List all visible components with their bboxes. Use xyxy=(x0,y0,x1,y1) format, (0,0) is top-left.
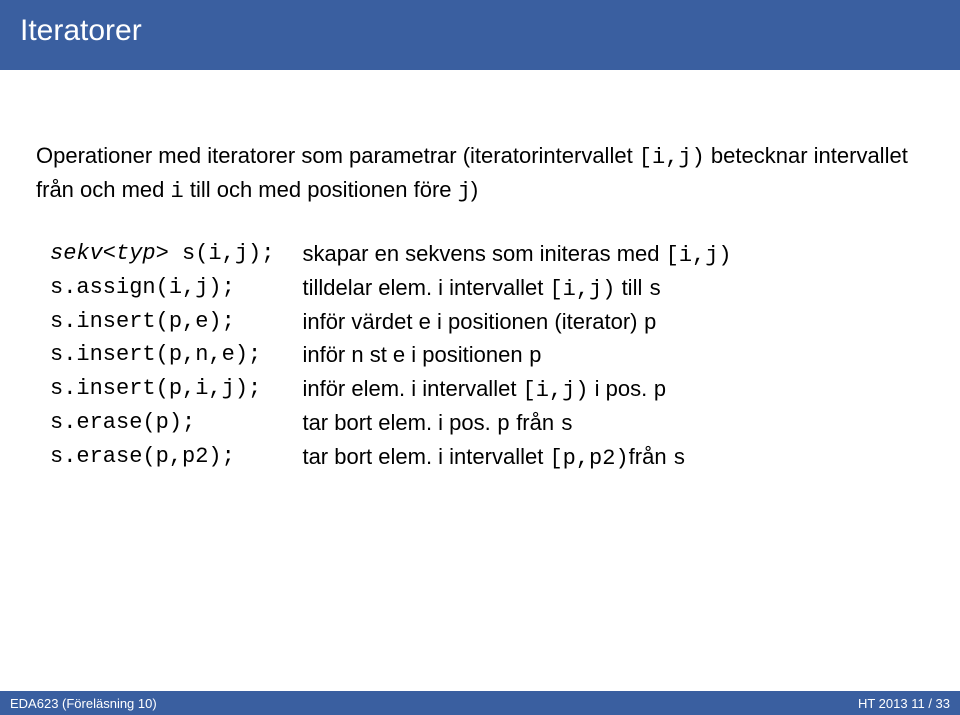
op-desc: inför elem. i intervallet [i,j) i pos. p xyxy=(302,373,731,407)
intro-text-1: Operationer med iteratorer som parametra… xyxy=(36,143,639,168)
desc-b: till xyxy=(615,275,648,300)
op-code: s.erase(p); xyxy=(50,407,302,441)
desc-code1: [p,p2) xyxy=(549,446,628,471)
intro-text-4: ) xyxy=(471,177,478,202)
op-code: sekv<typ> s(i,j); xyxy=(50,238,302,272)
op-code: s.erase(p,p2); xyxy=(50,441,302,475)
slide-content: Operationer med iteratorer som parametra… xyxy=(0,70,960,475)
desc-a: tar bort elem. i pos. xyxy=(302,410,496,435)
table-row: sekv<typ> s(i,j); skapar en sekvens som … xyxy=(50,238,732,272)
op-code-rest: s.insert(p,n,e); xyxy=(50,342,261,367)
desc-b: från xyxy=(510,410,560,435)
desc-a: inför värdet e i positionen (iterator) xyxy=(302,309,643,334)
slide-title: Iteratorer xyxy=(20,14,142,47)
desc-code1: [i,j) xyxy=(549,277,615,302)
op-code: s.insert(p,e); xyxy=(50,306,302,340)
op-code: s.assign(i,j); xyxy=(50,272,302,306)
op-code-italic: sekv<typ> xyxy=(50,241,169,266)
desc-a: tar bort elem. i intervallet xyxy=(302,444,549,469)
slide-footer: EDA623 (Föreläsning 10) HT 2013 11 / 33 xyxy=(0,691,960,715)
op-code-rest: s.erase(p); xyxy=(50,410,195,435)
desc-code2: s xyxy=(673,446,686,471)
intro-paragraph: Operationer med iteratorer som parametra… xyxy=(36,140,924,208)
intro-code-2: i xyxy=(171,179,184,204)
table-row: s.insert(p,e); inför värdet e i position… xyxy=(50,306,732,340)
op-code: s.insert(p,i,j); xyxy=(50,373,302,407)
table-row: s.erase(p); tar bort elem. i pos. p från… xyxy=(50,407,732,441)
op-desc: inför värdet e i positionen (iterator) p xyxy=(302,306,731,340)
desc-code2: s xyxy=(648,277,661,302)
intro-code-3: j xyxy=(458,179,471,204)
footer-right: HT 2013 11 / 33 xyxy=(858,696,950,711)
footer-left: EDA623 (Föreläsning 10) xyxy=(10,696,157,711)
desc-a: tilldelar elem. i intervallet xyxy=(302,275,549,300)
desc-code1: p xyxy=(644,311,657,336)
op-code-rest: s.insert(p,e); xyxy=(50,309,235,334)
op-desc: skapar en sekvens som initeras med [i,j) xyxy=(302,238,731,272)
op-code-rest: s(i,j); xyxy=(169,241,275,266)
slide-title-bar: Iteratorer xyxy=(0,0,960,70)
table-row: s.assign(i,j); tilldelar elem. i interva… xyxy=(50,272,732,306)
desc-code2: p xyxy=(653,378,666,403)
desc-code1: [i,j) xyxy=(523,378,589,403)
op-desc: tilldelar elem. i intervallet [i,j) till… xyxy=(302,272,731,306)
table-row: s.insert(p,n,e); inför n st e i position… xyxy=(50,339,732,373)
op-code: s.insert(p,n,e); xyxy=(50,339,302,373)
desc-code1: p xyxy=(497,412,510,437)
op-desc: inför n st e i positionen p xyxy=(302,339,731,373)
op-desc: tar bort elem. i pos. p från s xyxy=(302,407,731,441)
op-desc: tar bort elem. i intervallet [p,p2)från … xyxy=(302,441,731,475)
op-code-rest: s.assign(i,j); xyxy=(50,275,235,300)
operations-table: sekv<typ> s(i,j); skapar en sekvens som … xyxy=(50,238,732,475)
desc-b: från xyxy=(629,444,673,469)
desc-a: inför elem. i intervallet xyxy=(302,376,522,401)
intro-code-1: [i,j) xyxy=(639,145,705,170)
desc-a: skapar en sekvens som initeras med xyxy=(302,241,665,266)
desc-code1: [i,j) xyxy=(666,243,732,268)
intro-text-3: till och med positionen före xyxy=(184,177,458,202)
desc-code2: s xyxy=(560,412,573,437)
desc-b: i pos. xyxy=(589,376,654,401)
desc-a: inför n st e i positionen xyxy=(302,342,528,367)
table-row: s.erase(p,p2); tar bort elem. i interval… xyxy=(50,441,732,475)
op-code-rest: s.insert(p,i,j); xyxy=(50,376,261,401)
op-code-rest: s.erase(p,p2); xyxy=(50,444,235,469)
table-row: s.insert(p,i,j); inför elem. i intervall… xyxy=(50,373,732,407)
desc-code1: p xyxy=(529,344,542,369)
